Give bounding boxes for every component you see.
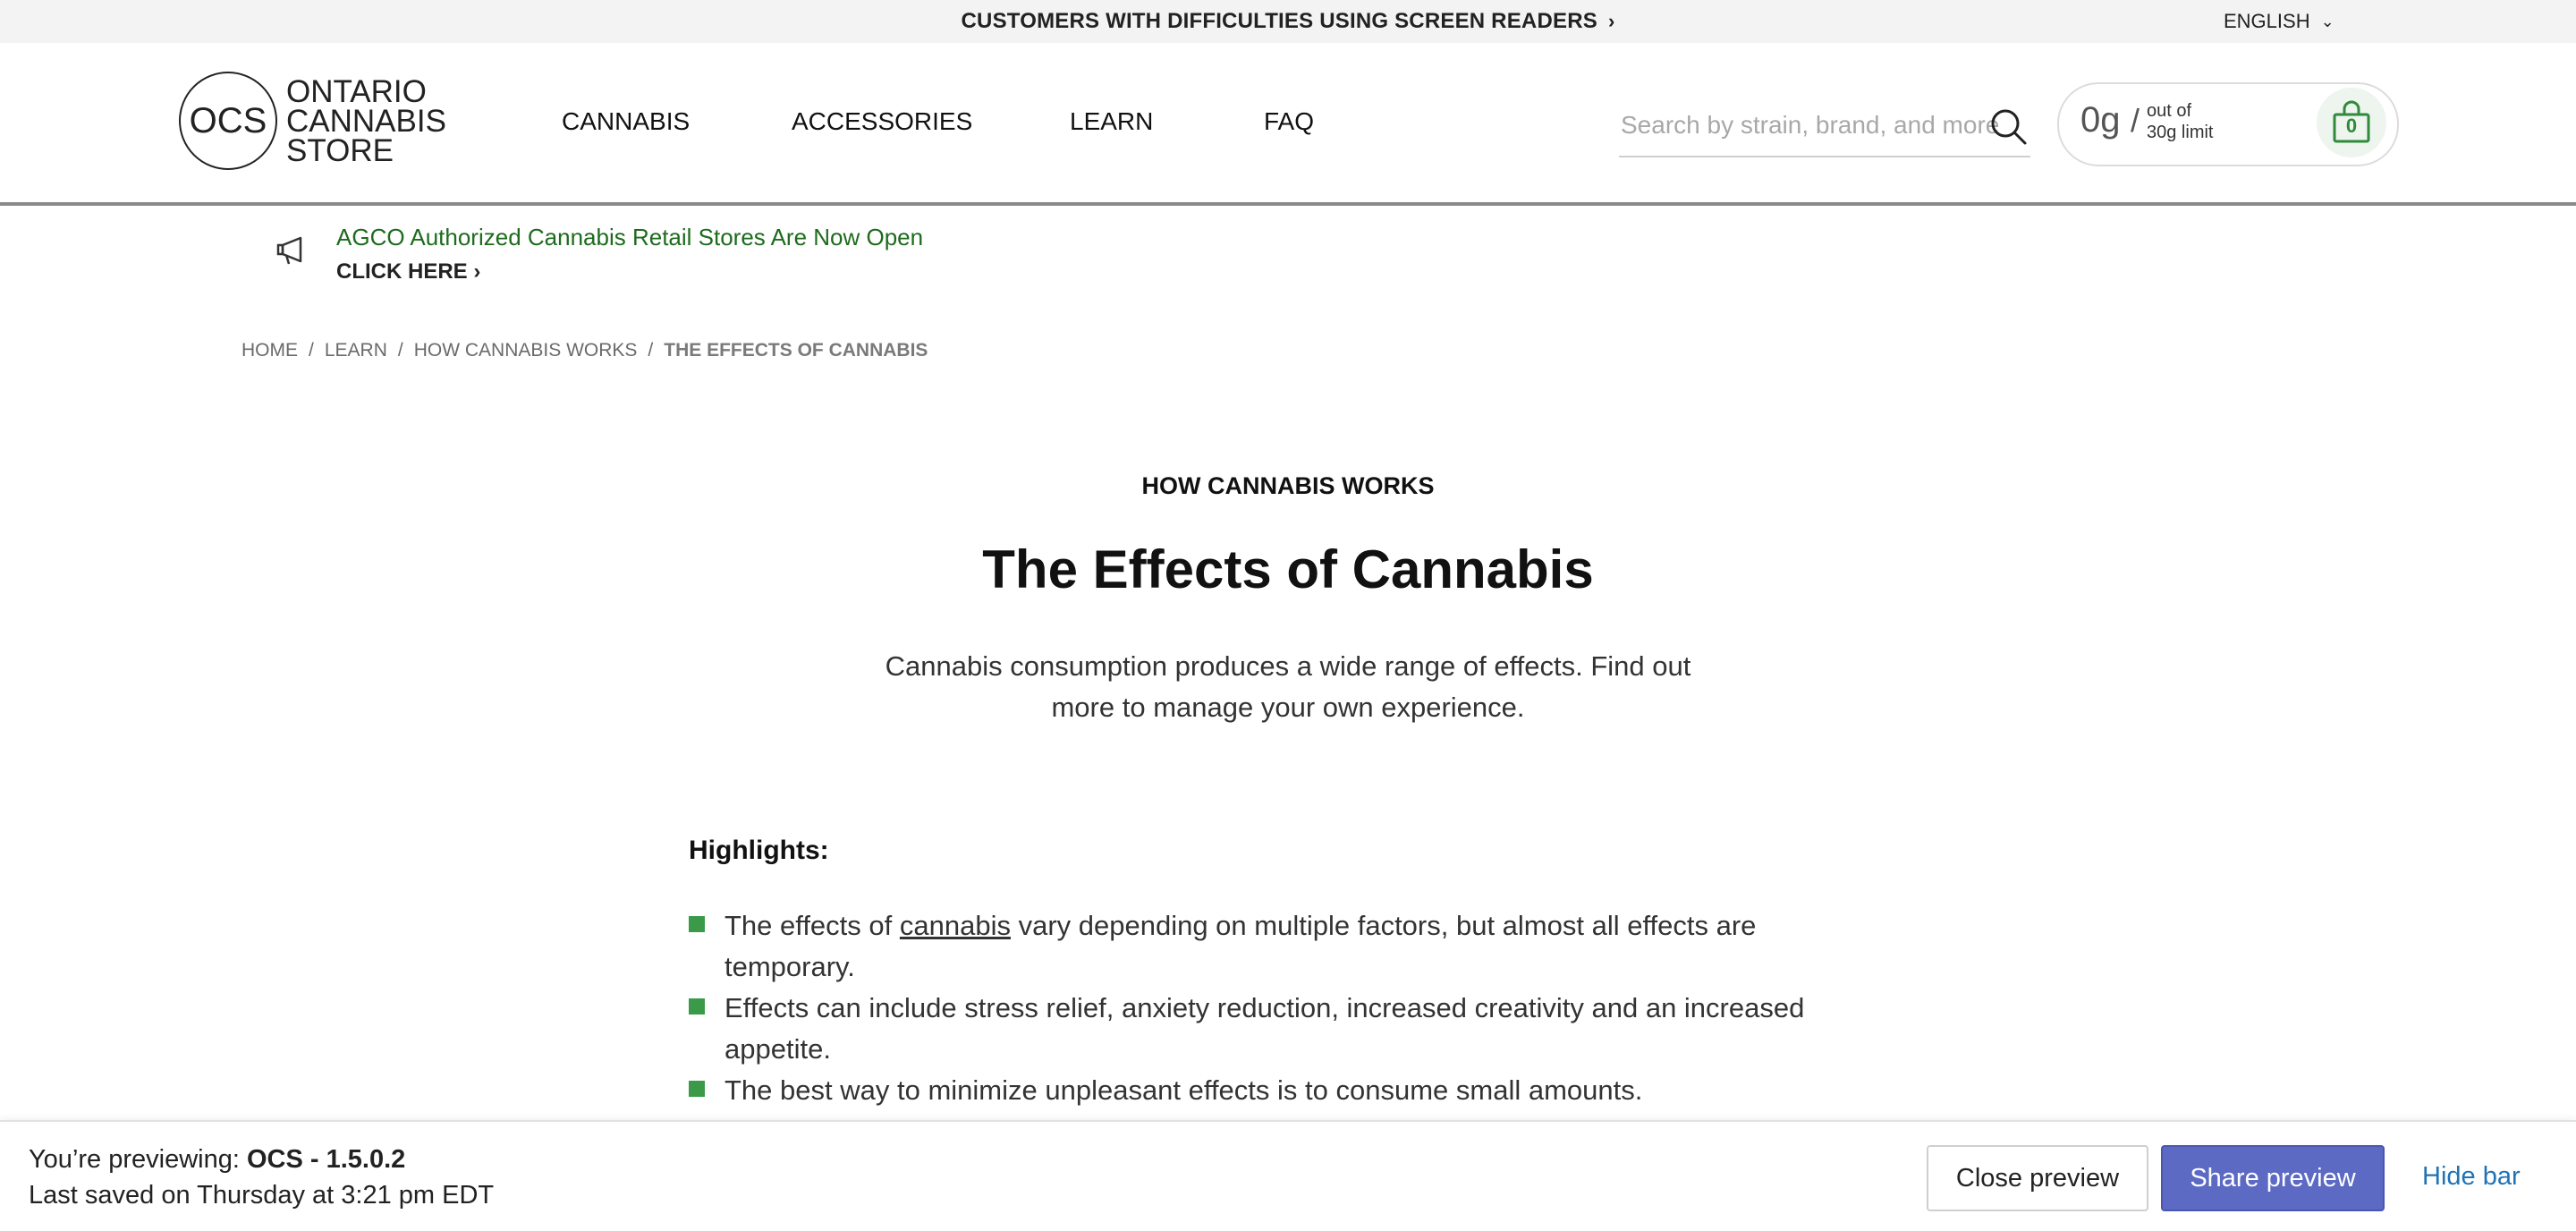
screen-reader-help-link[interactable]: CUSTOMERS WITH DIFFICULTIES USING SCREEN… xyxy=(0,0,2576,43)
nav-learn[interactable]: LEARN xyxy=(1070,107,1153,136)
site-header: OCS ONTARIO CANNABIS STORE CANNABIS ACCE… xyxy=(0,43,2576,206)
breadcrumb-current: THE EFFECTS OF CANNABIS xyxy=(664,340,928,361)
bullet-square-icon xyxy=(689,998,705,1015)
bullet-square-icon xyxy=(689,916,705,932)
site-logo[interactable]: OCS ONTARIO CANNABIS STORE xyxy=(179,72,446,170)
highlight-text: The best way to minimize unpleasant effe… xyxy=(724,1074,1643,1106)
announcement-cta-label: CLICK HERE xyxy=(336,259,468,284)
chevron-right-icon: › xyxy=(473,259,481,284)
screen-reader-help-label: CUSTOMERS WITH DIFFICULTIES USING SCREEN… xyxy=(961,9,1597,33)
breadcrumb-separator: / xyxy=(397,340,403,361)
nav-faq[interactable]: FAQ xyxy=(1264,107,1314,136)
highlights-heading: Highlights: xyxy=(689,836,829,865)
preview-prefix: You’re previewing: xyxy=(29,1145,247,1174)
cart-widget[interactable]: 0g / out of 30g limit 0 xyxy=(2057,82,2399,166)
theme-name: OCS - 1.5.0.2 xyxy=(246,1145,406,1174)
breadcrumb-home[interactable]: HOME xyxy=(242,340,298,361)
search-icon[interactable] xyxy=(1989,107,2029,151)
share-preview-button[interactable]: Share preview xyxy=(2161,1145,2385,1211)
hide-bar-link[interactable]: Hide bar xyxy=(2422,1145,2521,1208)
chevron-right-icon: › xyxy=(1607,10,1615,32)
bullet-square-icon xyxy=(689,1081,705,1097)
last-saved: Last saved on Thursday at 3:21 pm EDT xyxy=(29,1181,495,1210)
article-intro: Cannabis consumption produces a wide ran… xyxy=(885,650,1691,723)
logo-line-2: CANNABIS xyxy=(286,103,446,139)
breadcrumb: HOME / LEARN / HOW CANNABIS WORKS / THE EFFECT… xyxy=(242,340,928,361)
cart-limit: out of 30g limit xyxy=(2147,100,2213,143)
list-item: The best way to minimize unpleasant effe… xyxy=(689,1070,1887,1111)
logo-line-3: STORE xyxy=(286,132,394,168)
highlight-text: Effects can include stress relief, anxie… xyxy=(724,992,1805,1065)
breadcrumb-separator: / xyxy=(309,340,314,361)
announcement-cta[interactable]: CLICK HERE › xyxy=(336,259,480,284)
language-label: ENGLISH xyxy=(2224,10,2310,32)
logo-mark: OCS xyxy=(179,72,277,170)
logo-wordmark: ONTARIO CANNABIS STORE xyxy=(286,73,446,168)
close-preview-button[interactable]: Close preview xyxy=(1927,1145,2148,1211)
accessibility-bar: CUSTOMERS WITH DIFFICULTIES USING SCREEN… xyxy=(0,0,2576,43)
chevron-down-icon: ⌄ xyxy=(2320,12,2334,30)
breadcrumb-separator: / xyxy=(648,340,654,361)
highlight-text-before: The effects of xyxy=(724,910,900,941)
megaphone-icon xyxy=(275,234,311,271)
breadcrumb-learn[interactable]: LEARN xyxy=(325,340,387,361)
highlights-list: The effects of cannabis vary depending o… xyxy=(689,905,1887,1111)
search-input[interactable]: Search by strain, brand, and more xyxy=(1619,102,2030,157)
list-item: Effects can include stress relief, anxie… xyxy=(689,988,1887,1070)
cart-slash: / xyxy=(2131,102,2140,139)
cart-count: 0 xyxy=(2345,115,2358,137)
list-item: The effects of cannabis vary depending o… xyxy=(689,905,1887,988)
cart-limit-line-2: 30g limit xyxy=(2147,123,2214,142)
announcement-message: AGCO Authorized Cannabis Retail Stores A… xyxy=(336,224,924,250)
nav-cannabis[interactable]: CANNABIS xyxy=(562,107,690,136)
logo-line-1: ONTARIO xyxy=(286,73,427,109)
shopping-bag-icon[interactable]: 0 xyxy=(2317,88,2386,157)
article-category: HOW CANNABIS WORKS xyxy=(1141,472,1435,499)
cannabis-link[interactable]: cannabis xyxy=(900,910,1011,941)
cart-amount: 0g xyxy=(2080,100,2121,140)
language-selector[interactable]: ENGLISH ⌄ xyxy=(2224,0,2334,43)
nav-accessories[interactable]: ACCESSORIES xyxy=(792,107,972,136)
preview-status: You’re previewing: OCS - 1.5.0.2 xyxy=(29,1145,405,1175)
breadcrumb-how-cannabis-works[interactable]: HOW CANNABIS WORKS xyxy=(414,340,638,361)
cart-limit-line-1: out of xyxy=(2147,101,2192,121)
page-title: The Effects of Cannabis xyxy=(982,539,1594,599)
theme-preview-bar: You’re previewing: OCS - 1.5.0.2 Last sa… xyxy=(0,1120,2576,1231)
search-placeholder: Search by strain, brand, and more xyxy=(1621,111,2000,139)
